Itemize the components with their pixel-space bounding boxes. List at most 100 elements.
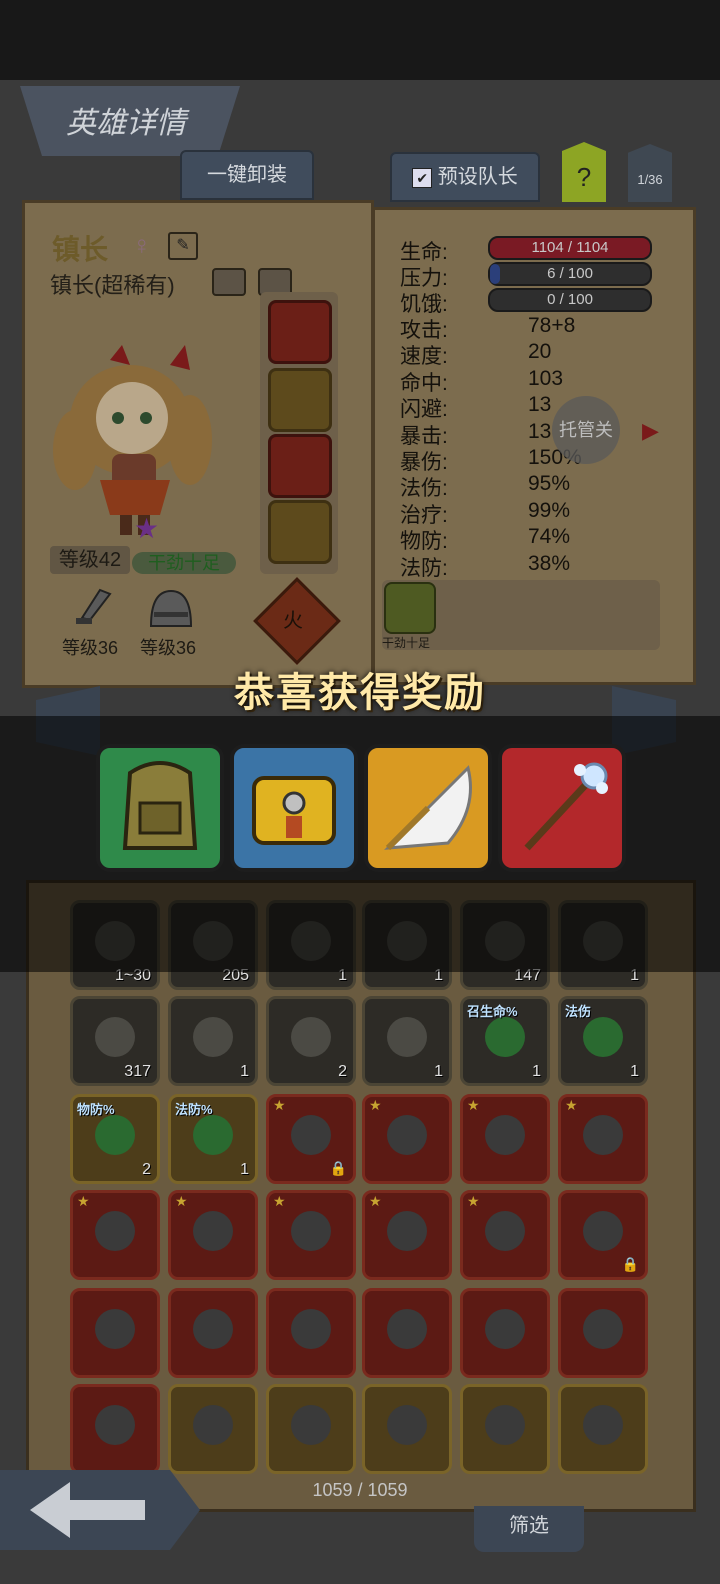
auto-battle-button[interactable]: 托管关 xyxy=(552,396,620,464)
inventory-slot[interactable]: ★ xyxy=(70,1190,160,1280)
hero-level: 等级42 xyxy=(50,546,130,574)
item-tag: 法防% xyxy=(175,1102,213,1117)
equip-slot-chest[interactable] xyxy=(268,434,332,498)
helmet-icon[interactable] xyxy=(146,586,196,632)
hp-bar: 1104 / 1104 xyxy=(488,236,652,260)
sword-icon[interactable] xyxy=(70,586,116,632)
inventory-slot[interactable]: 法防% 1 xyxy=(168,1094,258,1184)
item-count: 2 xyxy=(338,1063,347,1080)
inventory-slot[interactable] xyxy=(266,1288,356,1378)
scepter-icon xyxy=(387,1211,427,1251)
green-backpack-icon xyxy=(122,761,198,850)
inventory-slot[interactable]: ★ xyxy=(460,1190,550,1280)
filter-button[interactable]: 筛选 xyxy=(474,1506,584,1552)
white-feather-icon xyxy=(387,1017,427,1057)
preset-leader-toggle[interactable]: ✔ 预设队长 xyxy=(390,152,540,202)
back-button[interactable] xyxy=(0,1470,200,1550)
stress-fill xyxy=(490,264,500,284)
hero-portrait xyxy=(40,340,230,540)
green-flask-icon xyxy=(387,1115,427,1155)
weapon-level: 等级36 xyxy=(62,638,119,658)
checkbox-icon: ✔ xyxy=(412,167,433,188)
help-icon[interactable]: ? xyxy=(562,142,606,202)
inventory-slot[interactable]: 317 xyxy=(70,996,160,1086)
inventory-slot[interactable]: 🔒 xyxy=(558,1190,648,1280)
inventory-slot[interactable] xyxy=(460,1288,550,1378)
item-tag: 召生命% xyxy=(467,1004,518,1019)
inventory-slot[interactable]: ★ 🔒 xyxy=(266,1094,356,1184)
inventory-slot[interactable] xyxy=(362,1288,452,1378)
stat-value: 103 xyxy=(528,366,564,390)
element-label: 火 xyxy=(283,610,303,632)
status-bar xyxy=(0,0,720,80)
equip-slot-bag[interactable] xyxy=(268,300,332,364)
gauntlet-icon xyxy=(387,1405,427,1445)
rarity-star-icon: ★ xyxy=(369,1193,382,1209)
back-arrow-icon xyxy=(30,1482,145,1538)
info-card-icon[interactable] xyxy=(212,268,246,296)
inventory-slot[interactable] xyxy=(558,1288,648,1378)
hero-mood-status: 干劲十足 xyxy=(132,552,236,574)
inventory-slot[interactable] xyxy=(266,1384,356,1474)
unequip-all-button[interactable]: 一键卸装 xyxy=(180,150,314,200)
rarity-star-icon: ★ xyxy=(369,1097,382,1113)
yellow-bag-icon xyxy=(252,776,336,845)
item-count: 317 xyxy=(124,1063,151,1080)
trait-label: 干劲十足 xyxy=(382,636,431,650)
green-gem-icon xyxy=(583,1017,623,1057)
inventory-slot[interactable]: 物防% 2 xyxy=(70,1094,160,1184)
star-icon: ★ xyxy=(134,513,160,544)
stat-value: 95% xyxy=(528,472,571,496)
gauntlet-icon xyxy=(485,1405,525,1445)
crystal-staff-icon xyxy=(524,762,608,851)
rarity-star-icon: ★ xyxy=(273,1193,286,1209)
inventory-slot[interactable]: ★ xyxy=(362,1094,452,1184)
reward-item[interactable] xyxy=(498,744,626,872)
rarity-star-icon: ★ xyxy=(467,1097,480,1113)
inventory-slot[interactable]: ★ xyxy=(362,1190,452,1280)
hero-page-counter: 1/36 xyxy=(628,144,672,202)
preset-leader-label: 预设队长 xyxy=(437,166,518,188)
inventory-slot[interactable]: ★ xyxy=(558,1094,648,1184)
green-gem-icon xyxy=(485,1017,525,1057)
fire-orb-icon xyxy=(485,1309,525,1349)
stress-bar: 6 / 100 xyxy=(488,262,652,286)
inventory-slot[interactable] xyxy=(168,1288,258,1378)
spellbook-icon xyxy=(291,1211,331,1251)
stress-value: 6 / 100 xyxy=(547,265,593,282)
stat-value: 99% xyxy=(528,498,571,522)
item-tag: 物防% xyxy=(77,1102,115,1117)
female-icon: ♀ xyxy=(132,230,152,260)
feather-fan-icon xyxy=(384,765,472,851)
inventory-slot[interactable]: 1 xyxy=(362,996,452,1086)
rarity-star-icon: ★ xyxy=(175,1193,188,1209)
edit-name-icon[interactable]: ✎ xyxy=(168,232,198,260)
armor-level: 等级36 xyxy=(140,638,197,658)
inventory-slot[interactable]: ★ xyxy=(266,1190,356,1280)
skull-cape-icon xyxy=(583,1115,623,1155)
inventory-slot[interactable]: 2 xyxy=(266,996,356,1086)
inventory-slot[interactable] xyxy=(70,1384,160,1474)
reward-item[interactable] xyxy=(96,744,224,872)
hero-subtitle: 镇长(超稀有) xyxy=(50,273,175,298)
inventory-slot[interactable] xyxy=(460,1384,550,1474)
reward-item[interactable] xyxy=(230,744,358,872)
inventory-slot[interactable]: ★ xyxy=(168,1190,258,1280)
next-arrow-icon[interactable]: ▶ xyxy=(642,418,659,444)
ticket-icon xyxy=(193,1017,233,1057)
inventory-slot[interactable] xyxy=(70,1288,160,1378)
reward-item[interactable] xyxy=(364,744,492,872)
lock-icon: 🔒 xyxy=(329,1160,347,1176)
inventory-slot[interactable] xyxy=(362,1384,452,1474)
trait-icon[interactable] xyxy=(384,582,436,634)
inventory-slot[interactable]: 召生命% 1 xyxy=(460,996,550,1086)
equip-slot-amulet[interactable] xyxy=(268,500,332,564)
inventory-slot[interactable]: 1 xyxy=(168,996,258,1086)
equip-slot-pouch[interactable] xyxy=(268,368,332,432)
inventory-slot[interactable] xyxy=(168,1384,258,1474)
gauntlet-icon xyxy=(291,1115,331,1155)
inventory-slot[interactable]: ★ xyxy=(460,1094,550,1184)
gauntlet-icon xyxy=(291,1405,331,1445)
inventory-slot[interactable]: 法伤 1 xyxy=(558,996,648,1086)
inventory-slot[interactable] xyxy=(558,1384,648,1474)
